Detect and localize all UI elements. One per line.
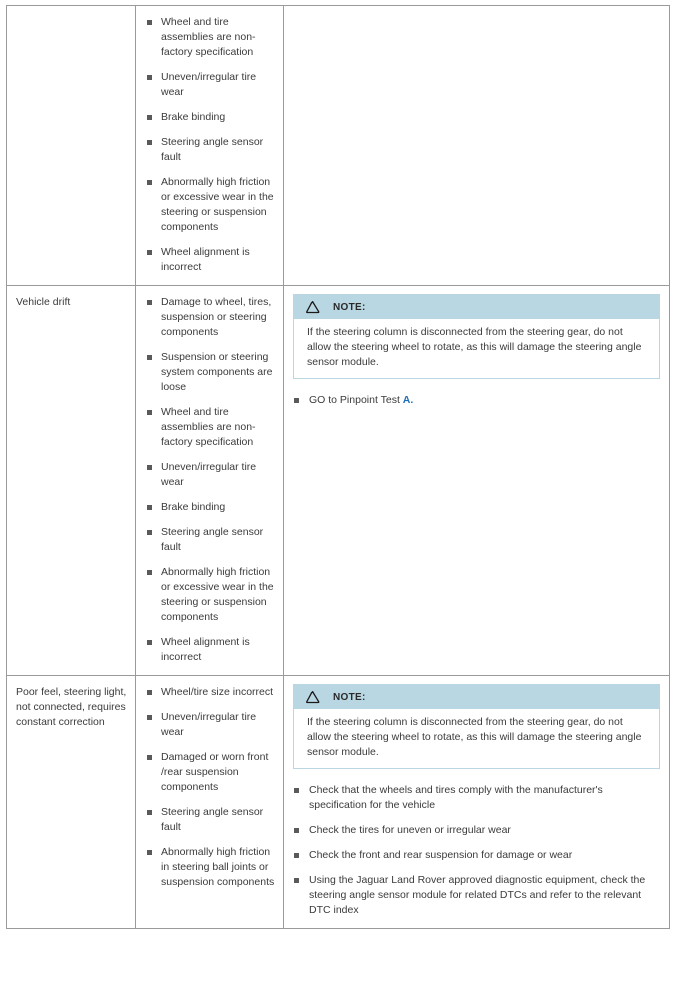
action-content (284, 6, 669, 24)
list-item-label: GO to Pinpoint Test (309, 394, 403, 406)
possible-causes-cell: Damage to wheel, tires, suspension or st… (135, 285, 284, 676)
table-body: Wheel and tire assemblies are non-factor… (6, 5, 670, 929)
table-row: Vehicle drift Damage to wheel, tires, su… (6, 285, 670, 676)
list-item-label: Steering angle sensor fault (161, 526, 264, 553)
list-item-label: Uneven/irregular tire wear (161, 711, 257, 738)
list-item-label: Check that the wheels and tires comply w… (309, 784, 603, 811)
list-item: Check the tires for uneven or irregular … (293, 823, 660, 838)
action-cell (283, 5, 670, 286)
list-item: Suspension or steering system components… (146, 350, 277, 395)
list-item-label: Brake binding (161, 501, 226, 513)
list-item: Abnormally high friction in steering bal… (146, 845, 277, 890)
list-item-label: Steering angle sensor fault (161, 136, 264, 163)
list-item: Wheel alignment is incorrect (146, 635, 277, 665)
document-page: Wheel and tire assemblies are non-factor… (0, 0, 673, 986)
table-row: Wheel and tire assemblies are non-factor… (6, 5, 670, 286)
possible-causes-list: Damage to wheel, tires, suspension or st… (146, 295, 277, 665)
action-list: Check that the wheels and tires comply w… (293, 783, 660, 918)
symptom-cell (6, 5, 136, 286)
list-item: Steering angle sensor fault (146, 135, 277, 165)
list-item: Damage to wheel, tires, suspension or st… (146, 295, 277, 340)
symptom-chart-table: Wheel and tire assemblies are non-factor… (6, 5, 670, 929)
possible-causes-list: Wheel/tire size incorrect Uneven/irregul… (146, 685, 277, 890)
note-triangle-icon (306, 691, 320, 704)
list-item: Uneven/irregular tire wear (146, 710, 277, 740)
list-item-label: Abnormally high friction in steering bal… (161, 846, 275, 888)
list-item-label: Steering angle sensor fault (161, 806, 264, 833)
list-item: Wheel alignment is incorrect (146, 245, 277, 275)
list-item-label: Abnormally high friction or excessive we… (161, 176, 274, 233)
list-item-label: Check the front and rear suspension for … (309, 849, 573, 861)
note-triangle-icon (306, 301, 320, 314)
note-header: NOTE: (294, 295, 659, 319)
table-row: Poor feel, steering light, not connected… (6, 675, 670, 929)
possible-causes-list: Wheel and tire assemblies are non-factor… (146, 15, 277, 275)
list-item: Wheel/tire size incorrect (146, 685, 277, 700)
list-item-label: Check the tires for uneven or irregular … (309, 824, 511, 836)
symptom-cell: Poor feel, steering light, not connected… (6, 675, 136, 929)
note-label: NOTE: (333, 301, 366, 313)
symptom-text: Vehicle drift (16, 296, 71, 308)
list-item-label: Wheel alignment is incorrect (161, 246, 250, 273)
symptom-text: Poor feel, steering light, not connected… (16, 686, 127, 728)
list-item: Abnormally high friction or excessive we… (146, 175, 277, 235)
list-item-label: Wheel alignment is incorrect (161, 636, 250, 663)
note-body: If the steering column is disconnected f… (294, 319, 659, 378)
pinpoint-test-link[interactable]: A. (403, 394, 414, 406)
list-item: Using the Jaguar Land Rover approved dia… (293, 873, 660, 918)
possible-causes-list-wrap: Wheel and tire assemblies are non-factor… (136, 6, 283, 285)
note-label: NOTE: (333, 691, 366, 703)
note-text: If the steering column is disconnected f… (307, 326, 642, 368)
list-item: Wheel and tire assemblies are non-factor… (146, 405, 277, 450)
list-item-label: Uneven/irregular tire wear (161, 461, 257, 488)
list-item-label: Wheel and tire assemblies are non-factor… (161, 16, 256, 58)
note-body: If the steering column is disconnected f… (294, 709, 659, 768)
list-item-label: Brake binding (161, 111, 226, 123)
list-item: Damaged or worn front /rear suspension c… (146, 750, 277, 795)
action-list: GO to Pinpoint Test A. (293, 393, 660, 408)
note-box: NOTE: If the steering column is disconne… (293, 684, 660, 769)
list-item-label: Suspension or steering system components… (161, 351, 273, 393)
list-item-label: Abnormally high friction or excessive we… (161, 566, 274, 623)
list-item-label: Damaged or worn front /rear suspension c… (161, 751, 269, 793)
list-item-label: Wheel/tire size incorrect (161, 686, 274, 698)
note-text: If the steering column is disconnected f… (307, 716, 642, 758)
symptom-text (7, 6, 135, 25)
list-item: Uneven/irregular tire wear (146, 460, 277, 490)
list-item: Abnormally high friction or excessive we… (146, 565, 277, 625)
action-cell: NOTE: If the steering column is disconne… (283, 675, 670, 929)
list-item: Check the front and rear suspension for … (293, 848, 660, 863)
list-item: Steering angle sensor fault (146, 805, 277, 835)
list-item: Check that the wheels and tires comply w… (293, 783, 660, 813)
list-item: Brake binding (146, 500, 277, 515)
list-item-label: Wheel and tire assemblies are non-factor… (161, 406, 256, 448)
list-item: Wheel and tire assemblies are non-factor… (146, 15, 277, 60)
note-header: NOTE: (294, 685, 659, 709)
list-item-label: Uneven/irregular tire wear (161, 71, 257, 98)
possible-causes-list-wrap: Wheel/tire size incorrect Uneven/irregul… (136, 676, 283, 900)
list-item: Brake binding (146, 110, 277, 125)
list-item-label: Damage to wheel, tires, suspension or st… (161, 296, 272, 338)
list-item: Uneven/irregular tire wear (146, 70, 277, 100)
possible-causes-cell: Wheel and tire assemblies are non-factor… (135, 5, 284, 286)
action-content: NOTE: If the steering column is disconne… (284, 286, 669, 418)
symptom-cell: Vehicle drift (6, 285, 136, 676)
list-item-label: Using the Jaguar Land Rover approved dia… (309, 874, 646, 916)
possible-causes-cell: Wheel/tire size incorrect Uneven/irregul… (135, 675, 284, 929)
action-content: NOTE: If the steering column is disconne… (284, 676, 669, 928)
note-box: NOTE: If the steering column is disconne… (293, 294, 660, 379)
possible-causes-list-wrap: Damage to wheel, tires, suspension or st… (136, 286, 283, 675)
list-item: GO to Pinpoint Test A. (293, 393, 660, 408)
action-cell: NOTE: If the steering column is disconne… (283, 285, 670, 676)
list-item: Steering angle sensor fault (146, 525, 277, 555)
